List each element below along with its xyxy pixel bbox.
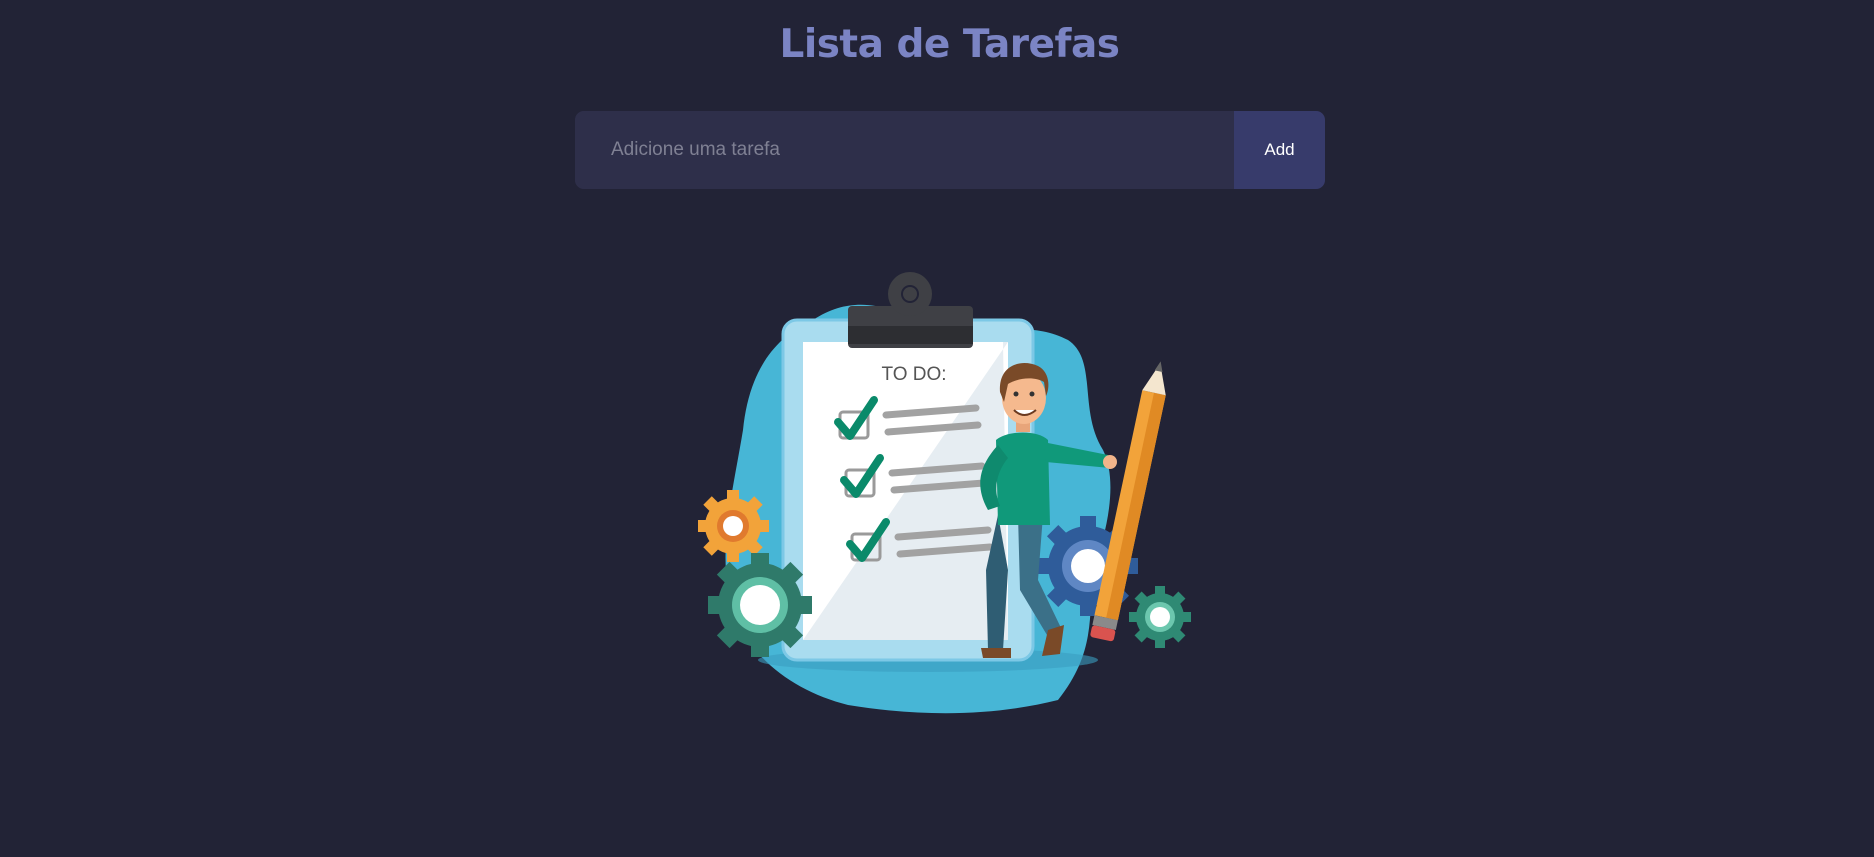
small-gear-icon: [1129, 586, 1191, 648]
todo-illustration: TO DO:: [698, 272, 1191, 714]
orange-gear-icon: [698, 490, 769, 562]
teal-gear-icon: [708, 553, 812, 657]
task-input[interactable]: [575, 111, 1234, 189]
clipboard-heading: TO DO:: [881, 364, 946, 385]
page-title: Lista de Tarefas: [779, 22, 1121, 67]
app: Lista de Tarefas Add TO DO:: [0, 0, 1874, 857]
task-form: Add: [575, 111, 1325, 189]
add-task-button[interactable]: Add: [1234, 111, 1325, 189]
